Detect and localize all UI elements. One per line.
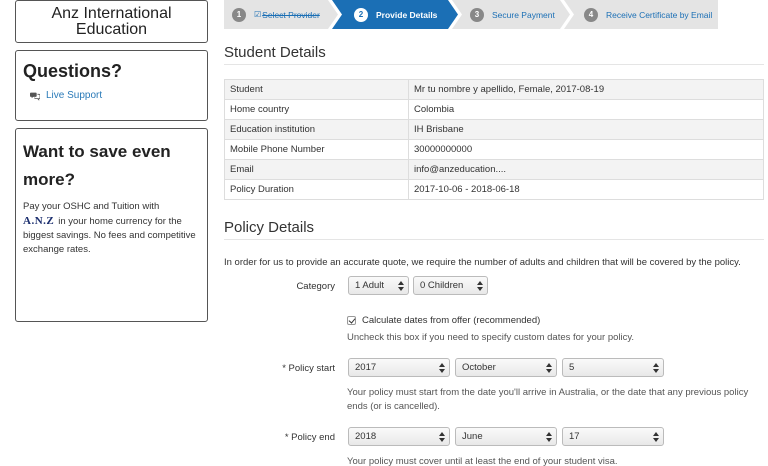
row-key: Education institution	[224, 119, 409, 140]
policy-end-help: Your policy must cover until at least th…	[347, 456, 618, 466]
row-key: Email	[224, 159, 409, 180]
table-row: Policy Duration 2017-10-06 - 2018-06-18	[224, 179, 764, 200]
step-secure-payment[interactable]: 3 Secure Payment	[470, 0, 555, 29]
end-month-select[interactable]: June	[455, 427, 557, 446]
row-value: Colombia	[408, 99, 764, 120]
start-day-value: 5	[569, 362, 575, 373]
student-details-title: Student Details	[224, 44, 326, 61]
check-icon: ☑	[254, 10, 262, 19]
save-more-box: Want to save even more? Pay your OSHC an…	[15, 128, 208, 322]
chat-bubbles-icon	[30, 92, 40, 101]
start-year-value: 2017	[355, 362, 377, 373]
step-2-number: 2	[354, 7, 368, 22]
brand-box: Anz International Education	[15, 0, 208, 43]
step-3-label: Secure Payment	[492, 9, 555, 20]
table-row: Mobile Phone Number 30000000000	[224, 139, 764, 160]
calculate-dates-help: Uncheck this box if you need to specify …	[347, 332, 635, 343]
step-1-label: Select Provider	[262, 9, 320, 20]
calculate-dates-checkbox[interactable]: Calculate dates from offer (recommended)	[347, 315, 540, 326]
select-arrows-icon	[439, 432, 445, 442]
select-arrows-icon	[653, 363, 659, 373]
divider	[224, 239, 764, 240]
row-value: 2017-10-06 - 2018-06-18	[408, 179, 764, 200]
category-label: Category	[296, 281, 335, 292]
step-4-number: 4	[584, 7, 598, 22]
row-value: 30000000000	[408, 139, 764, 160]
start-day-select[interactable]: 5	[562, 358, 664, 377]
save-more-text: Pay your OSHC and Tuition with A.N.Z in y…	[23, 200, 200, 257]
end-day-select[interactable]: 17	[562, 427, 664, 446]
policy-end-label: * Policy end	[284, 432, 335, 443]
step-1-number: 1	[232, 7, 246, 22]
live-support-label: Live Support	[46, 90, 103, 101]
select-arrows-icon	[398, 281, 404, 291]
end-year-select[interactable]: 2018	[348, 427, 450, 446]
step-3-number: 3	[470, 7, 484, 22]
save-title-line-1: Want to save even	[23, 142, 171, 161]
questions-title: Questions?	[23, 61, 123, 81]
policy-details-title: Policy Details	[224, 219, 315, 236]
questions-box: Questions? Live Support	[15, 50, 208, 121]
policy-start-help: Your policy must start from the date you…	[347, 386, 748, 414]
adults-select[interactable]: 1 Adult	[348, 276, 409, 295]
divider	[224, 64, 764, 65]
policy-start-label: * Policy start	[282, 363, 335, 374]
adults-value: 1 Adult	[355, 280, 385, 291]
start-month-select[interactable]: October	[455, 358, 557, 377]
children-value: 0 Children	[420, 280, 464, 291]
select-arrows-icon	[653, 432, 659, 442]
table-row: Student Mr tu nombre y apellido, Female, …	[224, 79, 764, 100]
select-arrows-icon	[546, 432, 552, 442]
start-help-line-2: ends (or is cancelled).	[347, 401, 440, 412]
end-month-value: June	[462, 431, 483, 442]
step-4-label: Receive Certificate by Email	[606, 9, 713, 20]
row-key: Policy Duration	[224, 179, 409, 200]
end-day-value: 17	[569, 431, 580, 442]
save-more-title: Want to save even more?	[23, 138, 200, 194]
step-2-label: Provide Details	[376, 9, 438, 20]
checkbox-checked-icon[interactable]	[347, 316, 356, 325]
row-value: IH Brisbane	[408, 119, 764, 140]
table-row: Email info@anzeducation....	[224, 159, 764, 180]
table-row: Education institution IH Brisbane	[224, 119, 764, 140]
save-title-line-2: more?	[23, 170, 75, 189]
brand-logo-text[interactable]: Anz International Education	[51, 4, 172, 38]
row-key: Student	[224, 79, 409, 100]
step-receive-certificate[interactable]: 4 Receive Certificate by Email	[584, 0, 712, 29]
calculate-dates-label: Calculate dates from offer (recommended)	[362, 315, 541, 326]
children-select[interactable]: 0 Children	[413, 276, 488, 295]
policy-intro-text: In order for us to provide an accurate q…	[224, 257, 741, 268]
end-year-value: 2018	[355, 431, 377, 442]
start-help-line-1: Your policy must start from the date you…	[347, 387, 749, 398]
table-row: Home country Colombia	[224, 99, 764, 120]
live-support-link[interactable]: Live Support	[23, 90, 200, 101]
row-value: info@anzeducation....	[408, 159, 764, 180]
row-key: Home country	[224, 99, 409, 120]
student-details-table: Student Mr tu nombre y apellido, Female, …	[224, 79, 764, 200]
select-arrows-icon	[477, 281, 483, 291]
row-key: Mobile Phone Number	[224, 139, 409, 160]
anz-logo: A.N.Z	[23, 215, 55, 227]
progress-steps: 1 ☑ Select Provider 2 Provide Details 3 …	[224, 0, 724, 29]
start-year-select[interactable]: 2017	[348, 358, 450, 377]
step-select-provider[interactable]: 1 ☑ Select Provider	[232, 0, 320, 29]
brand-line-2: Education	[75, 20, 148, 38]
select-arrows-icon	[546, 363, 552, 373]
start-month-value: October	[462, 362, 496, 373]
row-value: Mr tu nombre y apellido, Female, 2017-08…	[408, 79, 764, 100]
brand-line-1: Anz International	[51, 4, 172, 22]
step-provide-details[interactable]: 2 Provide Details	[354, 0, 437, 29]
save-text-1: Pay your OSHC and Tuition with	[23, 201, 160, 212]
select-arrows-icon	[439, 363, 445, 373]
